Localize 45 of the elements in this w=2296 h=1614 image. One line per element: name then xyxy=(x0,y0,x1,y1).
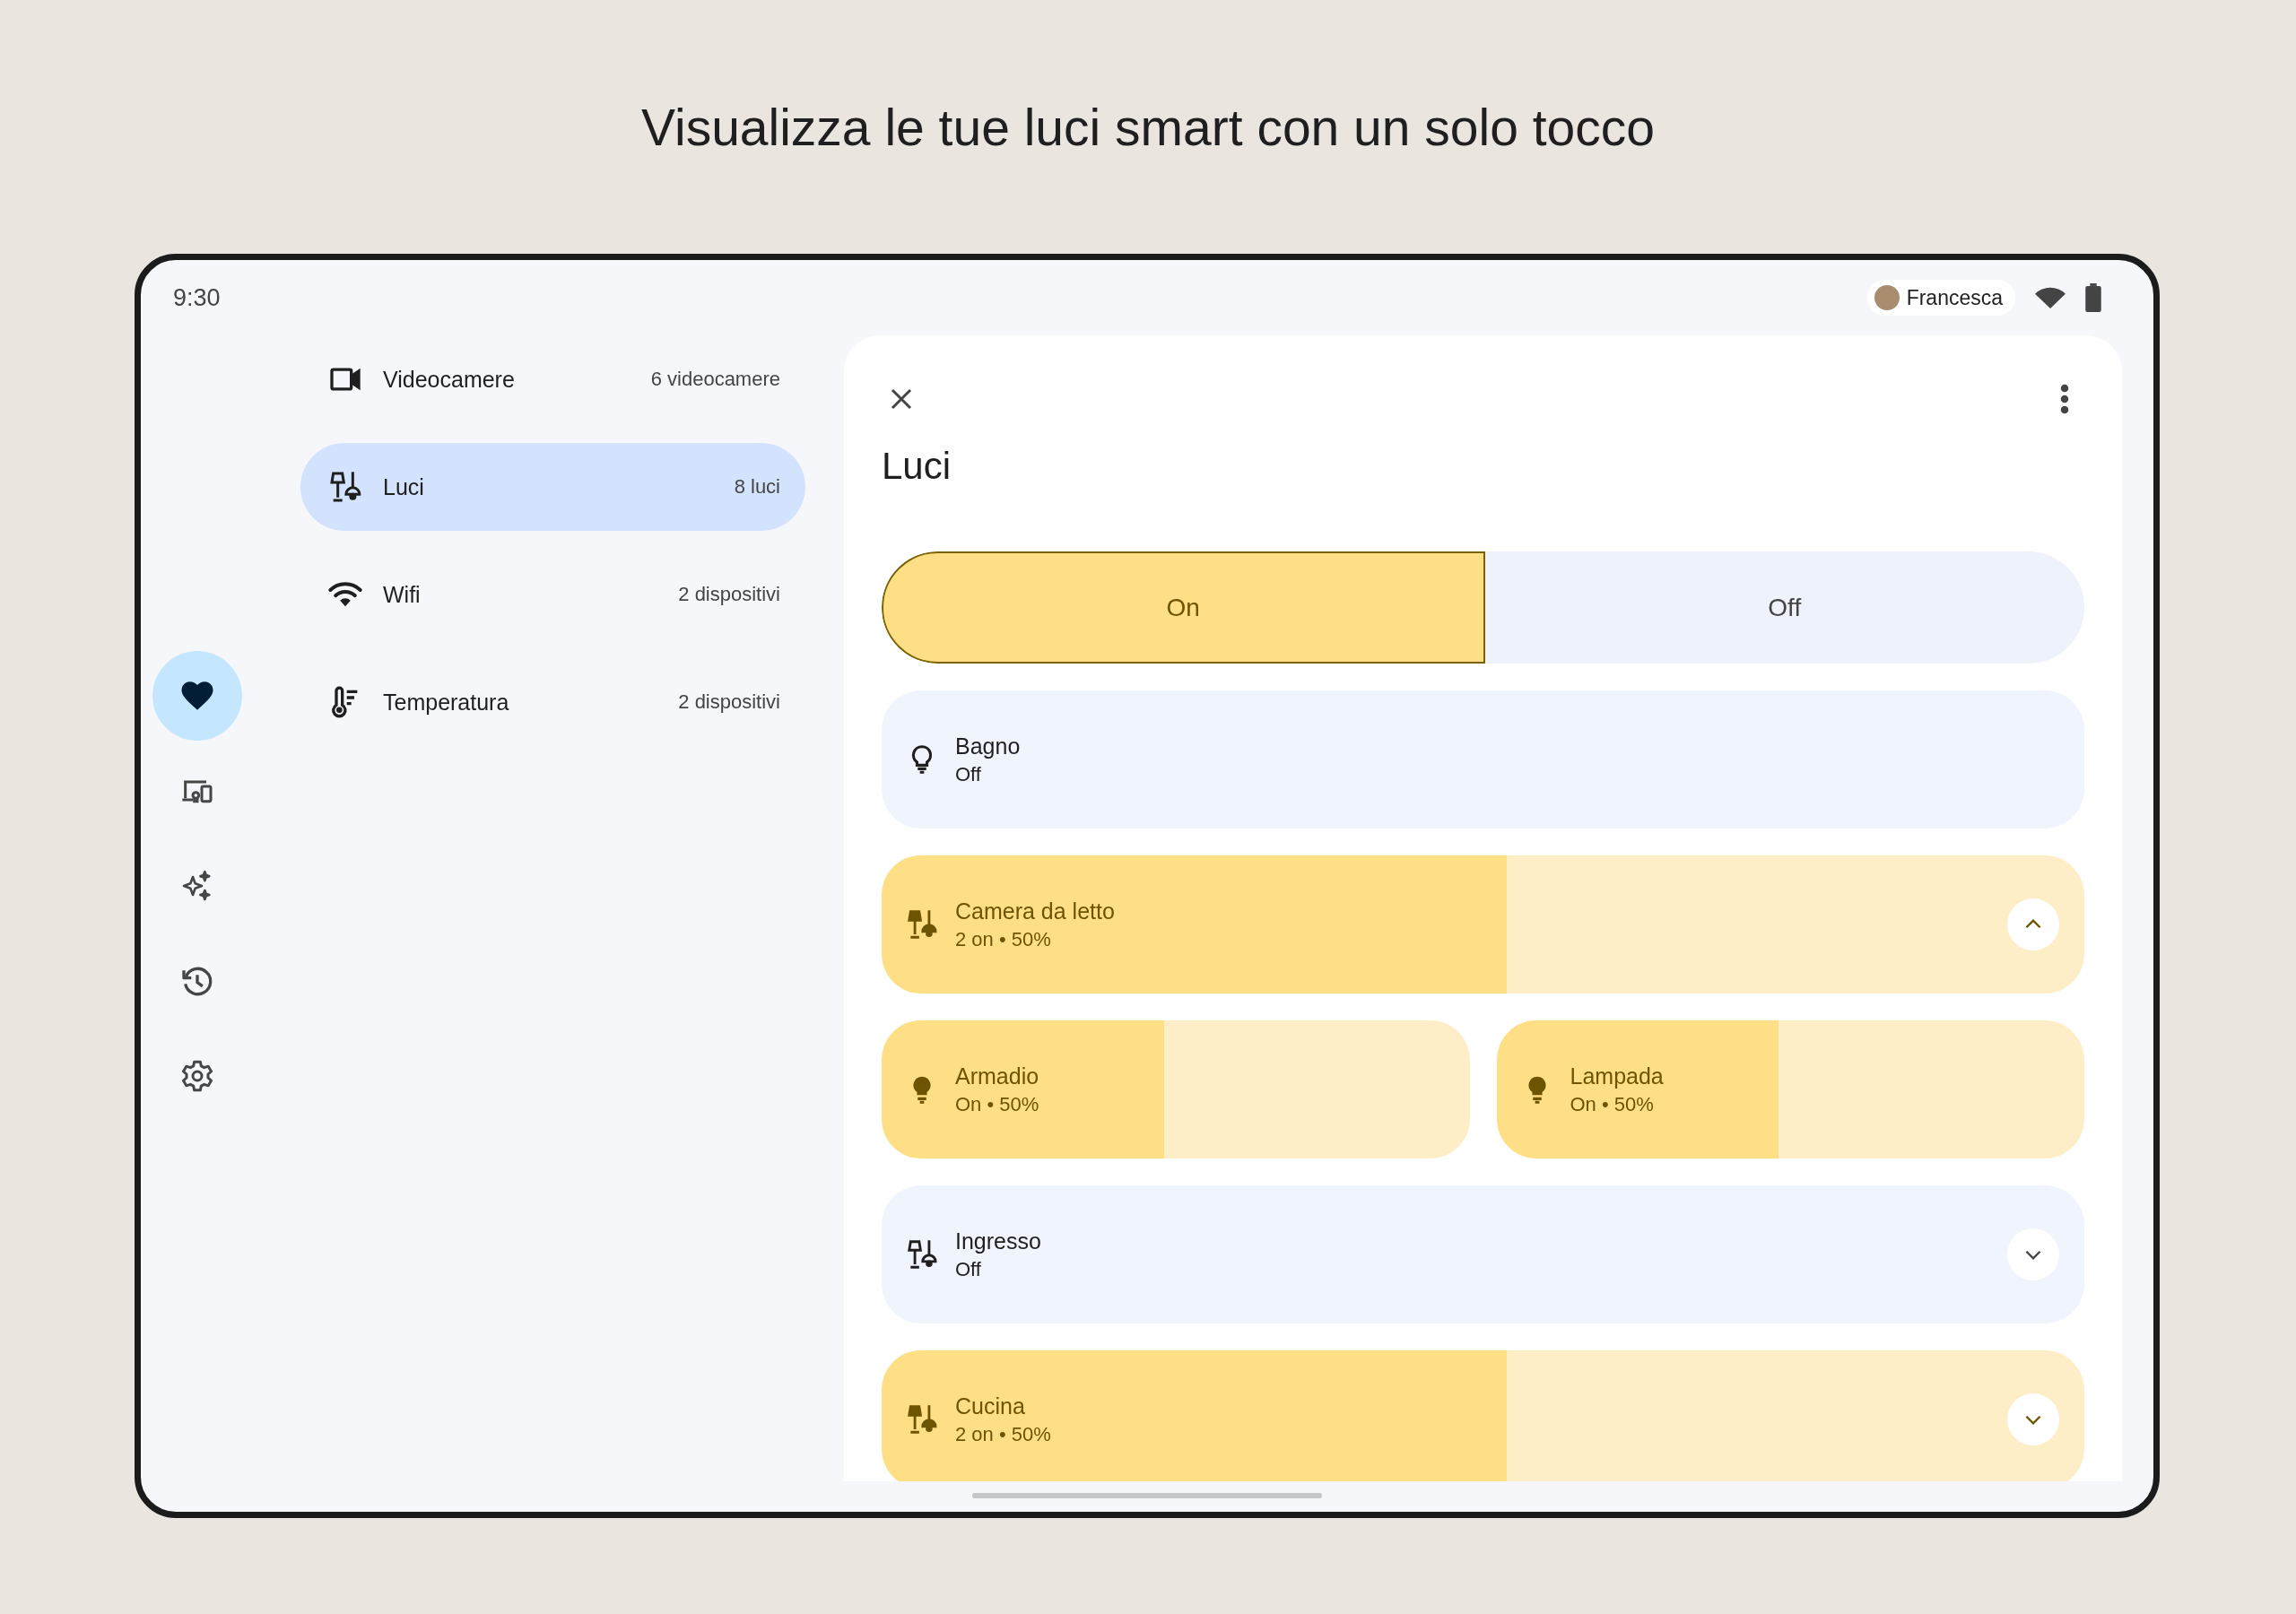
light-name: Cucina xyxy=(955,1393,1026,1419)
settings-icon xyxy=(179,1058,215,1094)
light-status: 2 on • 50% xyxy=(955,927,1052,951)
light-status: On • 50% xyxy=(955,1092,1040,1116)
toggle-segment[interactable]: Off xyxy=(1484,551,2084,664)
brightness-fill[interactable] xyxy=(1496,1020,1779,1158)
lamps-icon xyxy=(905,1237,939,1271)
light-status: Off xyxy=(955,762,982,786)
headline: Visualizza le tue luci smart con un solo tocco xyxy=(641,97,1655,157)
category-label: Temperatura xyxy=(383,689,510,716)
toggle-segment[interactable]: On xyxy=(882,551,1485,664)
brightness-fill[interactable] xyxy=(882,1020,1164,1158)
lamps-icon xyxy=(327,469,363,505)
light-card[interactable]: Ingresso Off xyxy=(882,1185,2084,1323)
light-name: Lampada xyxy=(1570,1063,1665,1089)
light-status: Off xyxy=(955,1257,982,1281)
user-chip[interactable]: Francesca xyxy=(1866,280,2015,316)
more-options-icon xyxy=(2059,384,2070,414)
category-label: Luci xyxy=(383,473,425,500)
device-count: 8 luci xyxy=(734,475,780,499)
category-item[interactable]: Wifi 2 dispositivi xyxy=(300,551,805,638)
category-item[interactable]: Luci 8 luci xyxy=(300,443,805,531)
light-card[interactable]: Armadio On • 50% xyxy=(882,1020,1470,1158)
clock-time: 9:30 xyxy=(173,283,222,312)
light-name: Bagno xyxy=(955,733,1022,759)
category-label: Videocamere xyxy=(383,366,516,393)
wifi-signal-icon xyxy=(2035,287,2066,308)
category-item[interactable]: Temperatura 2 dispositivi xyxy=(300,658,805,746)
category-item[interactable]: Videocamere 6 videocamere xyxy=(300,335,805,423)
panel-title: Luci xyxy=(882,444,952,489)
device-count: 6 videocamere xyxy=(650,368,780,391)
device-count: 2 dispositivi xyxy=(678,690,780,714)
category-label: Wifi xyxy=(383,581,422,608)
light-card[interactable]: Bagno Off xyxy=(882,690,2084,829)
light-status: On • 50% xyxy=(1570,1092,1655,1116)
device-count: 2 dispositivi xyxy=(678,583,780,606)
light-status: 2 on • 50% xyxy=(955,1422,1052,1446)
battery-icon xyxy=(2085,283,2101,312)
lamps-icon xyxy=(905,1402,939,1436)
light-name: Armadio xyxy=(955,1063,1040,1089)
light-name: Camera da letto xyxy=(955,898,1116,924)
light-name: Ingresso xyxy=(955,1228,1042,1254)
avatar-icon xyxy=(1874,285,1900,310)
light-card[interactable]: Lampada On • 50% xyxy=(1496,1020,2084,1158)
lamps-icon xyxy=(905,907,939,941)
